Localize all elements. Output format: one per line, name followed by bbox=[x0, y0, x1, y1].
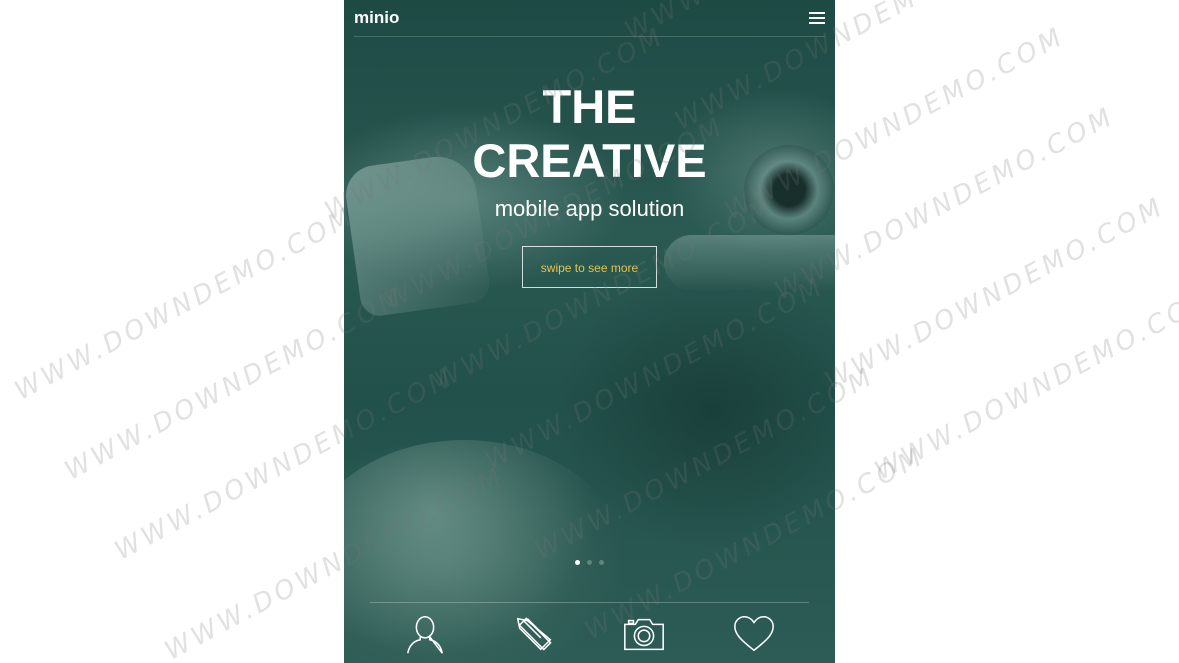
nav-design-button[interactable] bbox=[505, 609, 565, 659]
nav-favorites-button[interactable] bbox=[724, 609, 784, 659]
slider-dot[interactable] bbox=[587, 560, 592, 565]
hamburger-menu-icon[interactable] bbox=[809, 12, 825, 24]
watermark-text: WWW.DOWNDEMO.COM bbox=[870, 281, 1179, 487]
app-logo[interactable]: minio bbox=[354, 8, 399, 28]
slider-dot[interactable] bbox=[599, 560, 604, 565]
slider-dot[interactable] bbox=[575, 560, 580, 565]
hero-subtitle: mobile app solution bbox=[494, 196, 685, 221]
camera-icon bbox=[624, 618, 665, 650]
watermark-text: WWW.DOWNDEMO.COM bbox=[10, 201, 361, 407]
watermark-text: WWW.DOWNDEMO.COM bbox=[820, 191, 1171, 397]
nav-photo-button[interactable] bbox=[614, 609, 674, 659]
hero-section: THE CREATIVE mobile app solution swipe t… bbox=[344, 80, 835, 288]
bottom-nav bbox=[370, 602, 809, 663]
hero-title-line1: THE bbox=[542, 80, 637, 133]
nav-profile-button[interactable] bbox=[395, 609, 455, 659]
pencil-ruler-icon bbox=[516, 616, 552, 651]
heart-icon bbox=[734, 615, 775, 651]
top-header: minio bbox=[354, 0, 825, 37]
app-screen: minio THE CREATIVE mobile app solution s… bbox=[344, 0, 835, 663]
slider-dots bbox=[344, 560, 835, 565]
user-icon bbox=[406, 615, 443, 654]
swipe-button[interactable]: swipe to see more bbox=[522, 246, 657, 288]
hero-title-line2: CREATIVE bbox=[472, 134, 707, 187]
